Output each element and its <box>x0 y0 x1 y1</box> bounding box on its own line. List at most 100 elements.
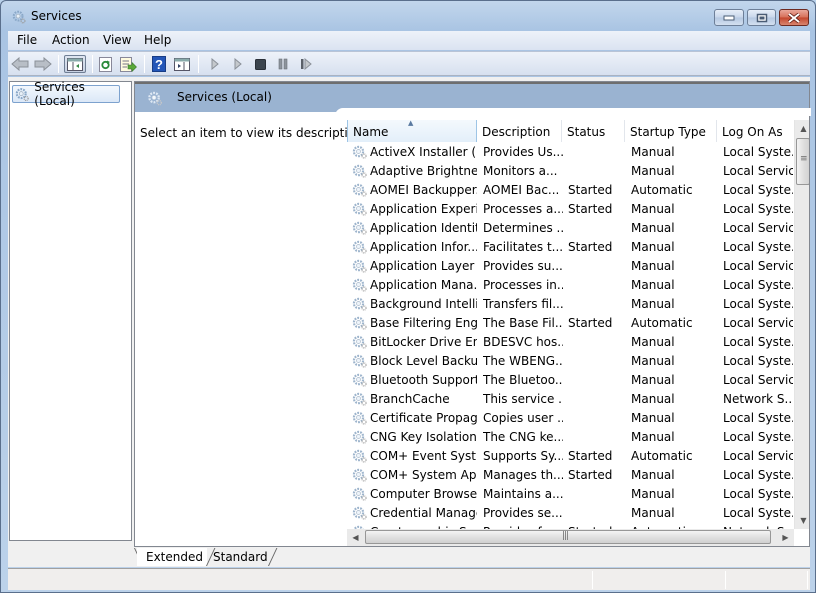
column-label: Startup Type <box>630 125 706 139</box>
help-button[interactable]: ? <box>149 55 169 73</box>
service-gear-icon <box>352 145 367 159</box>
start-service-button[interactable] <box>205 55 225 73</box>
table-row[interactable]: CNG Key Isolation The CNG ke... Manual Loca… <box>347 428 793 447</box>
table-row[interactable]: Bluetooth Support... The Bluetoo... Manual… <box>347 371 793 390</box>
service-name-text: ActiveX Installer (... <box>370 145 477 159</box>
service-status: Started <box>568 202 613 216</box>
table-row[interactable]: Application Experi... Processes a... Start… <box>347 200 793 219</box>
column-header-startup-type[interactable]: Startup Type <box>625 120 717 142</box>
tree-item-label: Services (Local) <box>34 80 85 108</box>
table-row[interactable]: COM+ Event Syst... Supports Sy... Started A… <box>347 447 793 466</box>
vertical-scroll-thumb[interactable]: ≡ <box>796 138 809 185</box>
service-status: Started <box>568 183 613 197</box>
table-row[interactable]: Background Intelli... Transfers fil... Man… <box>347 295 793 314</box>
table-row[interactable]: Computer Browser Maintains a... Manual Loca… <box>347 485 793 504</box>
table-row[interactable]: BranchCache This service ... Manual Network… <box>347 390 793 409</box>
service-log-on-as: Local Syste... <box>723 278 793 292</box>
table-row[interactable]: Certificate Propag... Copies user ... Manu… <box>347 409 793 428</box>
service-log-on-as: Local Syste... <box>723 506 793 520</box>
column-header-status[interactable]: Status <box>562 120 625 142</box>
service-gear-icon <box>352 164 367 178</box>
close-button[interactable] <box>779 9 809 26</box>
service-log-on-as: Local Syste... <box>723 468 793 482</box>
table-row[interactable]: BitLocker Drive En... BDESVC hos... Manual… <box>347 333 793 352</box>
service-gear-icon <box>352 430 367 444</box>
service-name-text: COM+ Event Syst... <box>370 449 477 463</box>
toolbar: ? <box>8 51 810 76</box>
scroll-down-arrow-icon[interactable]: ▼ <box>795 512 809 529</box>
tab-standard[interactable]: Standard <box>206 548 272 566</box>
tab-extended[interactable]: Extended <box>137 548 207 566</box>
export-list-icon <box>119 56 137 72</box>
properties-button[interactable] <box>172 55 192 73</box>
service-name-text: AOMEI Backupper... <box>370 183 477 197</box>
service-name-text: Credential Manager <box>370 506 477 520</box>
service-gear-icon <box>352 392 367 406</box>
table-row[interactable]: Adaptive Brightness Monitors a... Manual Lo… <box>347 162 793 181</box>
table-row[interactable]: COM+ System Ap... Manages th... Started Man… <box>347 466 793 485</box>
description-prompt: Select an item to view its description. <box>140 126 367 140</box>
refresh-button[interactable] <box>96 55 116 73</box>
back-button[interactable] <box>10 55 30 73</box>
pause-service-button[interactable] <box>273 55 293 73</box>
title-bar[interactable]: Services <box>1 1 815 31</box>
services-pane: Services (Local) Select an item to view … <box>134 81 811 547</box>
table-row[interactable]: Credential Manager Provides se... Manual Lo… <box>347 504 793 523</box>
service-description: Processes a... <box>483 202 563 216</box>
menu-file[interactable]: File <box>17 33 37 47</box>
service-name-text: Application Layer ... <box>370 259 477 273</box>
menu-help[interactable]: Help <box>144 33 171 47</box>
service-gear-icon <box>352 316 367 330</box>
vertical-scrollbar[interactable]: ▲ ≡ ▼ <box>794 120 809 529</box>
scroll-left-arrow-icon[interactable]: ◀ <box>347 529 364 546</box>
service-name: Application Layer ... <box>352 259 477 273</box>
menu-action[interactable]: Action <box>52 33 90 47</box>
table-row[interactable]: Application Infor... Facilitates t... Star… <box>347 238 793 257</box>
show-hide-console-tree-button[interactable] <box>64 55 86 73</box>
toolbar-separator <box>58 55 59 73</box>
service-startup-type: Manual <box>631 335 675 349</box>
service-description: Facilitates t... <box>483 240 563 254</box>
table-row[interactable]: ActiveX Installer (... Provides Us... Manu… <box>347 143 793 162</box>
services-gear-icon <box>15 87 29 101</box>
maximize-button[interactable] <box>747 9 776 26</box>
table-row[interactable]: AOMEI Backupper... AOMEI Bac... Started Aut… <box>347 181 793 200</box>
service-name-text: Application Identity <box>370 221 477 235</box>
column-header-log-on-as[interactable]: Log On As <box>717 120 794 142</box>
service-log-on-as: Local Service <box>723 373 793 387</box>
forward-button[interactable] <box>33 55 53 73</box>
column-header-description[interactable]: Description <box>477 120 562 142</box>
export-list-button[interactable] <box>118 55 138 73</box>
service-gear-icon <box>352 240 367 254</box>
toolbar-separator <box>198 55 199 73</box>
service-log-on-as: Local Syste... <box>723 430 793 444</box>
scroll-up-arrow-icon[interactable]: ▲ <box>795 120 809 137</box>
service-gear-icon <box>352 487 367 501</box>
help-icon: ? <box>152 56 166 72</box>
service-gear-icon <box>352 354 367 368</box>
table-row[interactable]: Base Filtering Engi... The Base Fil... Sta… <box>347 314 793 333</box>
stop-service-button[interactable] <box>250 55 270 73</box>
service-name: Background Intelli... <box>352 297 477 311</box>
table-row[interactable]: Application Identity Determines ... Manual… <box>347 219 793 238</box>
table-row[interactable]: Application Layer ... Provides su... Manua… <box>347 257 793 276</box>
status-separator <box>725 571 726 589</box>
start-service-alt-button[interactable] <box>228 55 248 73</box>
column-header-name[interactable]: ▲ Name <box>347 120 477 142</box>
table-row[interactable]: Application Mana... Processes in... Manual… <box>347 276 793 295</box>
tree-item-services-local[interactable]: Services (Local) <box>12 80 120 108</box>
menu-view[interactable]: View <box>103 33 131 47</box>
service-name-text: Computer Browser <box>370 487 477 501</box>
horizontal-scroll-thumb[interactable]: ||| <box>365 530 771 544</box>
service-status: Started <box>568 449 613 463</box>
service-gear-icon <box>352 335 367 349</box>
table-row[interactable]: Block Level Backu... The WBENG... Manual Lo… <box>347 352 793 371</box>
service-name: Application Experi... <box>352 202 477 216</box>
svg-text:?: ? <box>155 57 163 72</box>
service-log-on-as: Local Syste... <box>723 202 793 216</box>
scroll-right-arrow-icon[interactable]: ▶ <box>777 529 794 546</box>
minimize-button[interactable] <box>714 9 744 26</box>
menu-bar: File Action View Help <box>8 31 810 50</box>
horizontal-scrollbar[interactable]: ◀ ||| ▶ <box>347 529 794 546</box>
restart-service-button[interactable] <box>296 55 316 73</box>
